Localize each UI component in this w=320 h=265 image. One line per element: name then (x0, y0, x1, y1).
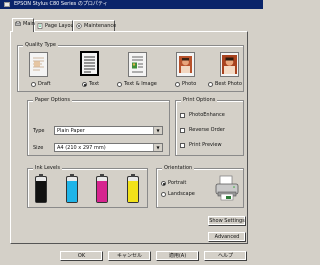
show-settings-button[interactable]: Show Settings (208, 216, 246, 226)
cyan-ink-bottle (66, 174, 78, 203)
text-page-icon[interactable] (80, 51, 99, 76)
reverse-order-checkbox[interactable] (180, 128, 185, 133)
paper-size-select[interactable]: A4 (210 x 297 mm) ▼ (54, 143, 163, 152)
maintenance-icon (76, 23, 82, 29)
quality-photo-label: Photo (182, 81, 197, 87)
paper-options-label: Paper Options (33, 97, 73, 104)
photoenhance-label: PhotoEnhance (189, 112, 225, 118)
tab-page-layout[interactable]: Page Layout (34, 20, 76, 31)
quality-text-image-radio[interactable] (117, 82, 122, 87)
tab-main[interactable]: Main (12, 18, 35, 32)
cancel-button[interactable]: キャンセル (108, 251, 151, 261)
quality-photo-radio[interactable] (175, 82, 180, 87)
magenta-ink-bottle (96, 174, 108, 203)
orientation-landscape-radio[interactable] (161, 192, 166, 197)
orientation-portrait-radio[interactable] (161, 181, 166, 186)
photo-page-icon[interactable] (176, 52, 195, 77)
paper-type-select[interactable]: Plain Paper ▼ (54, 126, 163, 135)
ink-cap (100, 174, 104, 177)
print-preview-checkbox[interactable] (180, 143, 185, 148)
quality-type-label: Quality Type (23, 42, 58, 49)
black-ink-level (36, 180, 46, 202)
orientation-portrait-label: Portrait (168, 180, 187, 186)
paper-size-label: Size (33, 145, 44, 151)
quality-draft-label: Draft (38, 81, 51, 87)
main-icon (15, 21, 21, 27)
paper-size-value: A4 (210 x 297 mm) (57, 145, 106, 151)
tab-page-layout-label: Page Layout (45, 23, 76, 29)
quality-text-label: Text (89, 81, 100, 87)
black-ink-bottle (35, 174, 47, 203)
window-title-bar: EPSON Stylus C80 Series のプロパティ (0, 0, 263, 9)
photoenhance-checkbox[interactable] (180, 113, 185, 118)
quality-draft-radio[interactable] (31, 82, 36, 87)
print-options-label: Print Options (181, 97, 218, 104)
cyan-ink-level (67, 180, 77, 202)
printer-app-icon (4, 2, 10, 7)
yellow-ink-bottle (127, 174, 139, 203)
text-image-page-icon[interactable] (128, 52, 147, 77)
ink-cap (131, 174, 135, 177)
magenta-ink-level (97, 180, 107, 202)
quality-text-radio[interactable] (82, 82, 87, 87)
ink-cap (70, 174, 74, 177)
paper-type-label: Type (33, 128, 45, 134)
window-title: EPSON Stylus C80 Series のプロパティ (14, 1, 108, 7)
chevron-down-icon[interactable]: ▼ (153, 127, 162, 134)
help-button[interactable]: ヘルプ (204, 251, 247, 261)
apply-button[interactable]: 適用(A) (156, 251, 199, 261)
chevron-down-icon[interactable]: ▼ (153, 144, 162, 151)
orientation-landscape-label: Landscape (168, 191, 195, 197)
advanced-button[interactable]: Advanced (208, 232, 246, 242)
printer-icon (214, 174, 240, 202)
ink-levels-label: Ink Levels (33, 165, 62, 172)
draft-page-icon[interactable] (29, 52, 48, 77)
reverse-order-label: Reverse Order (189, 127, 225, 133)
tab-maintenance-label: Maintenance (84, 23, 117, 29)
page-layout-icon (37, 23, 43, 29)
yellow-ink-level (128, 180, 138, 202)
best-photo-page-icon[interactable] (220, 52, 239, 77)
quality-best-photo-radio[interactable] (208, 82, 213, 87)
orientation-label: Orientation (162, 165, 195, 172)
paper-type-value: Plain Paper (57, 128, 85, 134)
tab-maintenance[interactable]: Maintenance (73, 20, 117, 31)
quality-text-image-label: Text & Image (124, 81, 157, 87)
quality-best-photo-label: Best Photo (215, 81, 242, 87)
tab-main-label: Main (23, 21, 35, 27)
ink-cap (39, 174, 43, 177)
print-preview-label: Print Preview (189, 142, 222, 148)
ok-button[interactable]: OK (60, 251, 103, 261)
